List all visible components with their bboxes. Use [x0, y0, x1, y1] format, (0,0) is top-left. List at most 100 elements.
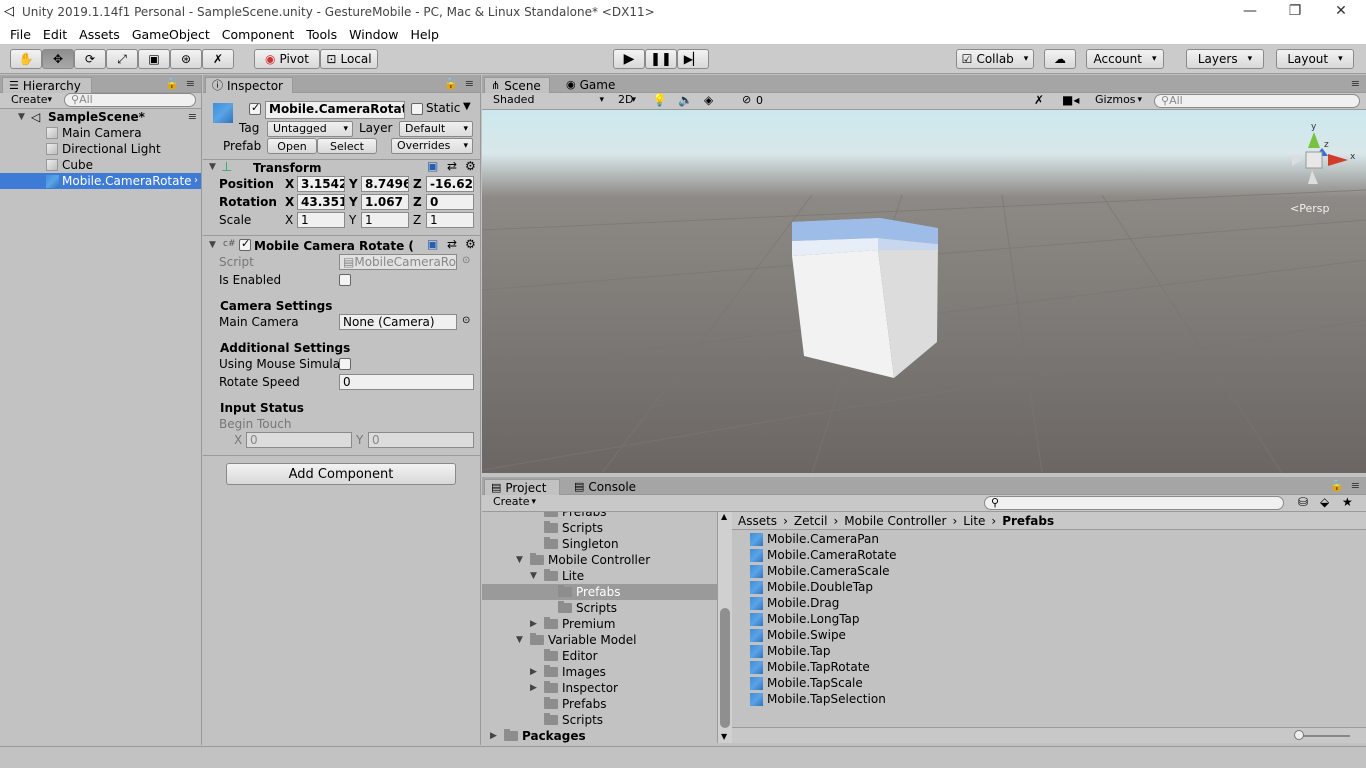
presets-icon[interactable]: ⇄	[447, 237, 457, 251]
asset-item[interactable]: Mobile.Drag	[732, 595, 1366, 611]
breadcrumb-assets[interactable]: Assets	[738, 514, 777, 528]
layers-dropdown[interactable]: Layers	[1186, 49, 1264, 69]
folder-tree-item[interactable]: ▶ Inspector	[482, 680, 717, 696]
panel-menu-icon[interactable]: ≡	[186, 77, 195, 90]
filter-by-type-icon[interactable]: ⛁	[1298, 495, 1308, 509]
expand-arrow-icon[interactable]: ▼	[516, 632, 523, 648]
audio-toggle-icon[interactable]: 🔈	[678, 93, 693, 107]
menu-component[interactable]: Component	[216, 27, 301, 42]
folder-tree-item[interactable]: ▼ Variable Model	[482, 632, 717, 648]
breadcrumb-lite[interactable]: Lite	[963, 514, 985, 528]
object-name-field[interactable]: Mobile.CameraRotate	[265, 101, 405, 119]
rotation-z-field[interactable]: 0	[426, 194, 474, 210]
rotate-speed-field[interactable]: 0	[339, 374, 474, 390]
folder-tree-item[interactable]: ▼ Lite	[482, 568, 717, 584]
effects-toggle-icon[interactable]: ◈	[704, 93, 713, 107]
tools-icon[interactable]: ✗	[1034, 93, 1044, 107]
folder-tree-item[interactable]: Scripts	[482, 600, 717, 616]
tree-scrollbar-track[interactable]: ▲ ▼	[718, 512, 732, 743]
expand-arrow-icon[interactable]: ▼	[18, 109, 25, 125]
hierarchy-search-input[interactable]: ⚲All	[64, 93, 196, 107]
folder-tree-item[interactable]: Scripts	[482, 712, 717, 728]
collab-dropdown[interactable]: ☑ Collab	[956, 49, 1034, 69]
breadcrumb-prefabs[interactable]: Prefabs	[1002, 514, 1054, 528]
chevron-right-icon[interactable]: ›	[194, 173, 198, 189]
hierarchy-item-main-camera[interactable]: Main Camera	[0, 125, 201, 141]
tab-project[interactable]: ▤ Project	[484, 479, 560, 495]
project-search-input[interactable]: ⚲	[984, 496, 1284, 510]
lighting-toggle-icon[interactable]: 💡	[652, 93, 667, 107]
rect-tool-button[interactable]: ▣	[138, 49, 170, 69]
add-component-button[interactable]: Add Component	[226, 463, 456, 485]
layer-dropdown[interactable]: Default	[399, 121, 473, 137]
layout-dropdown[interactable]: Layout	[1276, 49, 1354, 69]
component-enabled-checkbox[interactable]	[239, 237, 251, 251]
main-camera-field[interactable]: None (Camera)	[339, 314, 457, 330]
help-icon[interactable]: ▣	[427, 159, 438, 173]
scene-menu-icon[interactable]: ≡	[188, 109, 197, 125]
expand-arrow-icon[interactable]: ▼	[530, 568, 537, 584]
presets-icon[interactable]: ⇄	[447, 159, 457, 173]
prefab-select-button[interactable]: Select	[317, 138, 377, 154]
help-icon[interactable]: ▣	[427, 237, 438, 251]
mouse-simulation-checkbox[interactable]	[339, 358, 351, 370]
favorite-star-icon[interactable]: ★	[1342, 495, 1353, 509]
folder-tree-item[interactable]: Prefabs	[482, 584, 717, 600]
close-button[interactable]: ✕	[1318, 0, 1364, 24]
hierarchy-item-mobile-camerarotate[interactable]: Mobile.CameraRotate ›	[0, 173, 201, 189]
asset-item[interactable]: Mobile.TapRotate	[732, 659, 1366, 675]
gear-icon[interactable]: ⚙	[465, 237, 476, 251]
menu-edit[interactable]: Edit	[37, 27, 73, 42]
tab-game[interactable]: ◉ Game	[560, 77, 620, 93]
scale-z-field[interactable]: 1	[426, 212, 474, 228]
folder-tree-item[interactable]: Singleton	[482, 536, 717, 552]
scale-x-field[interactable]: 1	[297, 212, 345, 228]
icon-size-slider-handle[interactable]	[1294, 730, 1304, 740]
hand-tool-button[interactable]: ✋	[10, 49, 42, 69]
asset-item[interactable]: Mobile.CameraRotate	[732, 547, 1366, 563]
folder-tree-item[interactable]: Prefabs	[482, 512, 717, 520]
foldout-arrow-icon[interactable]: ▼	[209, 162, 216, 172]
gizmos-dropdown[interactable]: Gizmos	[1090, 93, 1146, 109]
expand-arrow-icon[interactable]: ▼	[516, 552, 523, 568]
filter-by-label-icon[interactable]: ⬙	[1320, 495, 1329, 509]
tab-console[interactable]: ▤ Console	[568, 479, 644, 495]
menu-window[interactable]: Window	[343, 27, 404, 42]
maximize-button[interactable]: ❐	[1272, 0, 1318, 24]
step-button[interactable]: ▶▏	[677, 49, 709, 69]
panel-menu-icon[interactable]: ≡	[1351, 479, 1360, 492]
tab-hierarchy[interactable]: ☰ Hierarchy	[2, 77, 92, 93]
is-enabled-checkbox[interactable]	[339, 274, 351, 286]
asset-item[interactable]: Mobile.LongTap	[732, 611, 1366, 627]
collapse-arrow-icon[interactable]: ▶	[530, 664, 537, 680]
breadcrumb-mobile-controller[interactable]: Mobile Controller	[844, 514, 946, 528]
position-x-field[interactable]: 3.1542	[297, 176, 345, 192]
scroll-up-icon[interactable]: ▲	[721, 512, 727, 521]
hierarchy-item-cube[interactable]: Cube	[0, 157, 201, 173]
menu-gameobject[interactable]: GameObject	[126, 27, 216, 42]
pause-button[interactable]: ❚❚	[645, 49, 677, 69]
project-create-dropdown[interactable]: Create	[488, 495, 540, 511]
object-picker-icon[interactable]: ⊙	[462, 255, 470, 266]
asset-item[interactable]: Mobile.TapSelection	[732, 691, 1366, 707]
folder-tree-item[interactable]: ▼ Mobile Controller	[482, 552, 717, 568]
shading-mode-dropdown[interactable]: Shaded	[488, 93, 608, 109]
minimize-button[interactable]: —	[1227, 0, 1273, 24]
hierarchy-create-dropdown[interactable]: Create	[6, 93, 56, 109]
camera-settings-icon[interactable]: ■◂	[1062, 93, 1079, 107]
lock-icon[interactable]: 🔒	[444, 77, 458, 90]
panel-menu-icon[interactable]: ≡	[1351, 77, 1360, 90]
collapse-arrow-icon[interactable]: ▶	[530, 616, 537, 632]
scale-y-field[interactable]: 1	[361, 212, 409, 228]
prefab-open-button[interactable]: Open	[267, 138, 317, 154]
projection-toggle[interactable]: <Persp	[1290, 202, 1329, 215]
position-y-field[interactable]: 8.7496	[361, 176, 409, 192]
lock-icon[interactable]: 🔒	[165, 77, 179, 90]
tag-dropdown[interactable]: Untagged	[267, 121, 353, 137]
asset-item[interactable]: Mobile.Swipe	[732, 627, 1366, 643]
asset-item[interactable]: Mobile.TapScale	[732, 675, 1366, 691]
menu-assets[interactable]: Assets	[73, 27, 126, 42]
lock-icon[interactable]: 🔒	[1330, 479, 1344, 492]
move-tool-button[interactable]: ✥	[42, 49, 74, 69]
scroll-down-icon[interactable]: ▼	[721, 732, 727, 741]
